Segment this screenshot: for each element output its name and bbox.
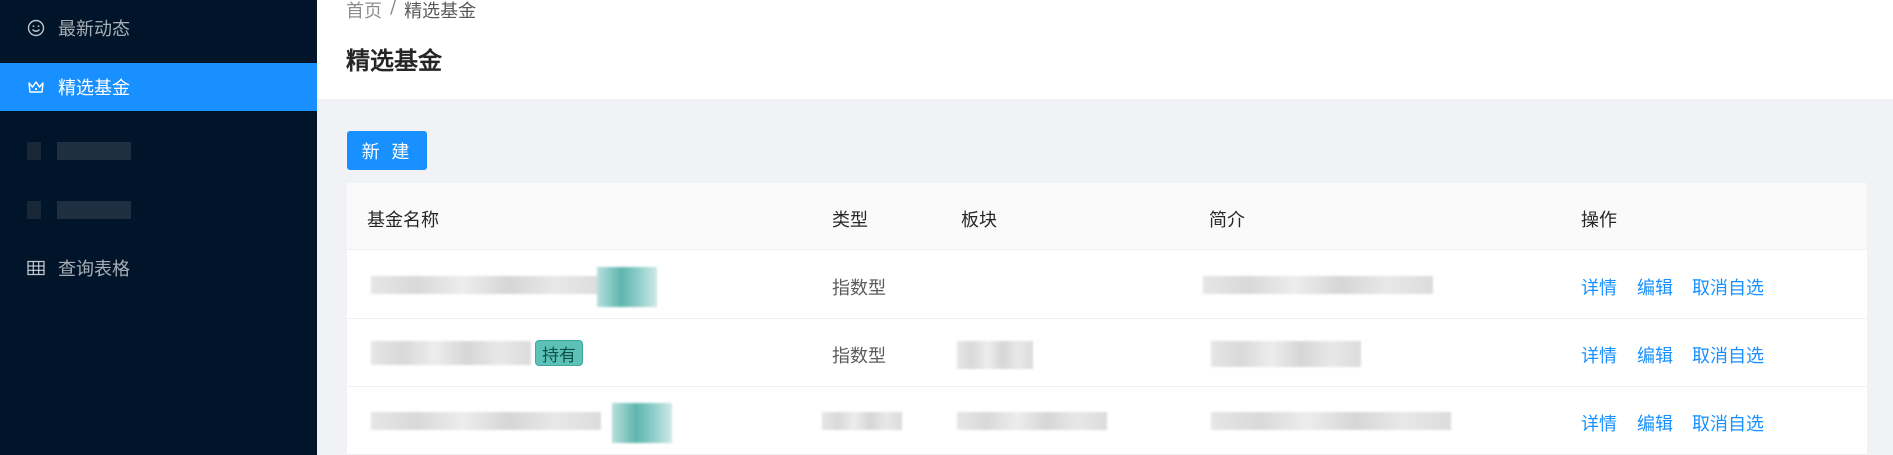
- sidebar-item-blurred[interactable]: [27, 142, 131, 160]
- column-header-type: 类型: [832, 210, 868, 231]
- column-header-intro: 简介: [1209, 210, 1245, 231]
- fund-name-redacted: [371, 276, 601, 294]
- edit-link[interactable]: 编辑: [1637, 342, 1673, 368]
- column-header-sector: 板块: [961, 210, 997, 231]
- sidebar-item-query-table[interactable]: 查询表格: [0, 244, 317, 292]
- sidebar-item-label: 精选基金: [58, 78, 130, 99]
- smile-icon: [26, 18, 46, 38]
- new-button[interactable]: 新 建: [347, 131, 427, 170]
- table-row: 指数型 详情 编辑 取消自选: [347, 251, 1867, 319]
- intro-redacted: [1203, 276, 1433, 294]
- sector-redacted: [957, 341, 1033, 369]
- fund-type: 指数型: [832, 278, 886, 299]
- page-header: 首页 / 精选基金 精选基金: [317, 0, 1893, 99]
- column-header-actions: 操作: [1581, 210, 1617, 231]
- sidebar-item-label: 最新动态: [58, 19, 130, 40]
- remove-favorite-link[interactable]: 取消自选: [1692, 342, 1764, 368]
- table-row: 持有 指数型 详情 编辑 取消自选: [347, 319, 1867, 387]
- fund-type: 指数型: [832, 346, 886, 367]
- edit-link[interactable]: 编辑: [1637, 410, 1673, 436]
- breadcrumb: 首页 / 精选基金: [346, 0, 476, 23]
- sector-redacted: [957, 412, 1107, 430]
- remove-favorite-link[interactable]: 取消自选: [1692, 274, 1764, 300]
- fund-table: 基金名称 类型 板块 简介 操作 指数型 详情 编辑 取消自选 持有 指数型 详…: [347, 183, 1867, 455]
- table-header: 基金名称 类型 板块 简介 操作: [347, 183, 1867, 250]
- sidebar: 最新动态 精选基金 查询表格: [0, 0, 317, 455]
- intro-redacted: [1211, 341, 1361, 367]
- edit-link[interactable]: 编辑: [1637, 274, 1673, 300]
- sidebar-item-label: 查询表格: [58, 259, 130, 280]
- breadcrumb-home[interactable]: 首页: [346, 0, 382, 23]
- detail-link[interactable]: 详情: [1581, 410, 1617, 436]
- fund-type-redacted: [822, 412, 902, 430]
- tag-redacted: [597, 267, 657, 307]
- fund-name-redacted: [371, 412, 601, 430]
- fund-name-redacted: [371, 341, 531, 365]
- intro-redacted: [1211, 412, 1451, 430]
- crown-icon: [26, 77, 46, 97]
- detail-link[interactable]: 详情: [1581, 274, 1617, 300]
- column-header-name: 基金名称: [367, 210, 439, 231]
- remove-favorite-link[interactable]: 取消自选: [1692, 410, 1764, 436]
- sidebar-item-blurred[interactable]: [27, 201, 131, 219]
- table-icon: [26, 258, 46, 278]
- page-title: 精选基金: [346, 47, 442, 75]
- sidebar-item-featured-funds[interactable]: 精选基金: [0, 63, 317, 111]
- breadcrumb-current: 精选基金: [404, 1, 477, 22]
- breadcrumb-separator: /: [390, 0, 397, 18]
- tag-redacted: [612, 403, 672, 443]
- detail-link[interactable]: 详情: [1581, 342, 1617, 368]
- table-row: 详情 编辑 取消自选: [347, 387, 1867, 455]
- sidebar-item-latest[interactable]: 最新动态: [0, 4, 317, 52]
- holding-tag: 持有: [535, 340, 583, 366]
